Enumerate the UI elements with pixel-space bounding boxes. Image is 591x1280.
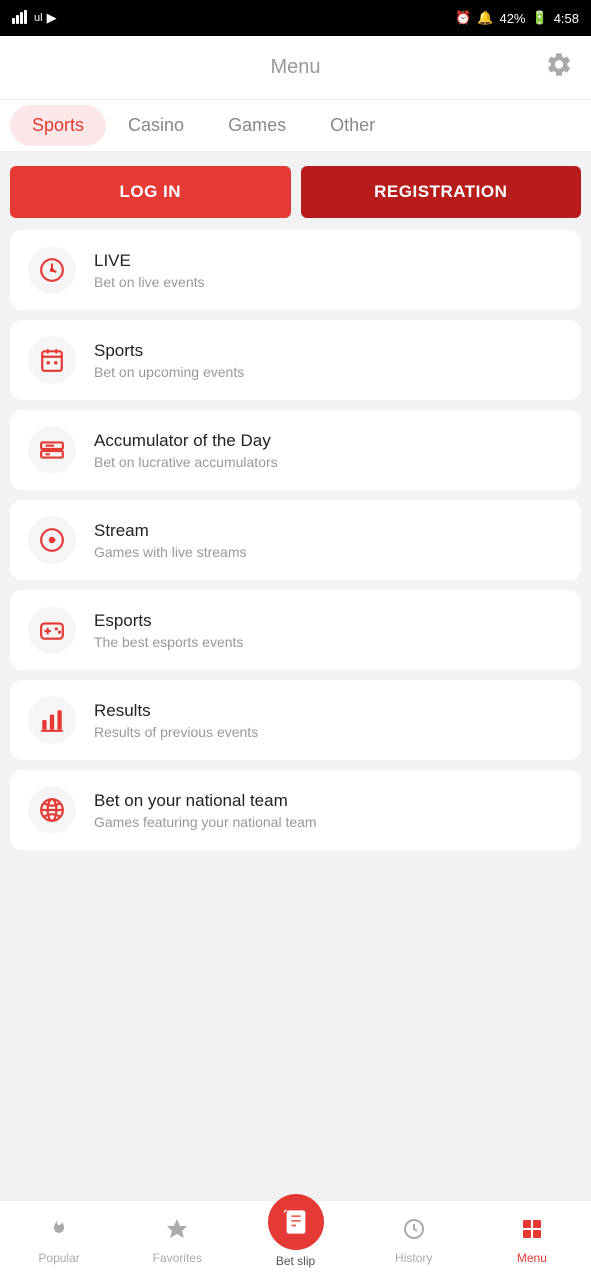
tab-other[interactable]: Other: [308, 105, 397, 146]
auth-buttons: LOG IN REGISTRATION: [10, 166, 581, 218]
live-title: LIVE: [94, 251, 205, 271]
clock-icon: [402, 1217, 426, 1247]
accumulator-subtitle: Bet on lucrative accumulators: [94, 454, 278, 470]
live-icon: [28, 246, 76, 294]
battery-label: 42%: [499, 11, 525, 26]
battery-icon: 🔋: [532, 10, 548, 26]
status-bar: ul ▶ ⏰ 🔔 42% 🔋 4:58: [0, 0, 591, 36]
accumulator-icon: [28, 426, 76, 474]
menu-item-sports[interactable]: Sports Bet on upcoming events: [10, 320, 581, 400]
menu-item-esports[interactable]: Esports The best esports events: [10, 590, 581, 670]
menu-item-stream[interactable]: Stream Games with live streams: [10, 500, 581, 580]
sports-icon: [28, 336, 76, 384]
results-subtitle: Results of previous events: [94, 724, 258, 740]
betslip-label: Bet slip: [276, 1254, 315, 1268]
sports-subtitle: Bet on upcoming events: [94, 364, 244, 380]
youtube-icon: ▶: [47, 10, 57, 26]
menu-item-national-team[interactable]: Bet on your national team Games featurin…: [10, 770, 581, 850]
popular-label: Popular: [38, 1251, 79, 1265]
national-team-icon: [28, 786, 76, 834]
nav-menu[interactable]: Menu: [473, 1217, 591, 1265]
signal-icon: [12, 10, 30, 27]
star-icon: [165, 1217, 189, 1247]
tab-games[interactable]: Games: [206, 105, 308, 146]
menu-item-accumulator[interactable]: Accumulator of the Day Bet on lucrative …: [10, 410, 581, 490]
flame-icon: [47, 1217, 71, 1247]
nav-history[interactable]: History: [355, 1217, 473, 1265]
tab-bar: Sports Casino Games Other: [0, 100, 591, 152]
register-button[interactable]: REGISTRATION: [301, 166, 582, 218]
header-title: Menu: [270, 56, 320, 79]
time-label: 4:58: [554, 11, 579, 26]
esports-icon: [28, 606, 76, 654]
login-button[interactable]: LOG IN: [10, 166, 291, 218]
mute-icon: 🔔: [477, 10, 493, 26]
stream-title: Stream: [94, 521, 246, 541]
favorites-label: Favorites: [153, 1251, 202, 1265]
network-label: ul: [34, 12, 43, 24]
status-right: ⏰ 🔔 42% 🔋 4:58: [455, 10, 579, 26]
results-title: Results: [94, 701, 258, 721]
sports-title: Sports: [94, 341, 244, 361]
grid-icon: [520, 1217, 544, 1247]
nav-favorites[interactable]: Favorites: [118, 1217, 236, 1265]
betslip-circle: [268, 1194, 324, 1250]
stream-icon: [28, 516, 76, 564]
nav-betslip[interactable]: Bet slip: [236, 1214, 354, 1268]
national-team-subtitle: Games featuring your national team: [94, 814, 317, 830]
menu-label: Menu: [517, 1251, 547, 1265]
settings-icon[interactable]: [545, 50, 573, 85]
tab-sports[interactable]: Sports: [10, 105, 106, 146]
header: Menu: [0, 36, 591, 100]
live-subtitle: Bet on live events: [94, 274, 205, 290]
menu-item-results[interactable]: Results Results of previous events: [10, 680, 581, 760]
national-team-title: Bet on your national team: [94, 791, 317, 811]
results-icon: [28, 696, 76, 744]
esports-title: Esports: [94, 611, 243, 631]
alarm-icon: ⏰: [455, 10, 471, 26]
nav-popular[interactable]: Popular: [0, 1217, 118, 1265]
accumulator-title: Accumulator of the Day: [94, 431, 278, 451]
menu-item-live[interactable]: LIVE Bet on live events: [10, 230, 581, 310]
tab-casino[interactable]: Casino: [106, 105, 206, 146]
status-left: ul ▶: [12, 10, 57, 27]
history-label: History: [395, 1251, 432, 1265]
esports-subtitle: The best esports events: [94, 634, 243, 650]
main-content: LOG IN REGISTRATION LIVE Bet on live eve…: [0, 152, 591, 1200]
bottom-nav: Popular Favorites Bet slip: [0, 1200, 591, 1280]
stream-subtitle: Games with live streams: [94, 544, 246, 560]
